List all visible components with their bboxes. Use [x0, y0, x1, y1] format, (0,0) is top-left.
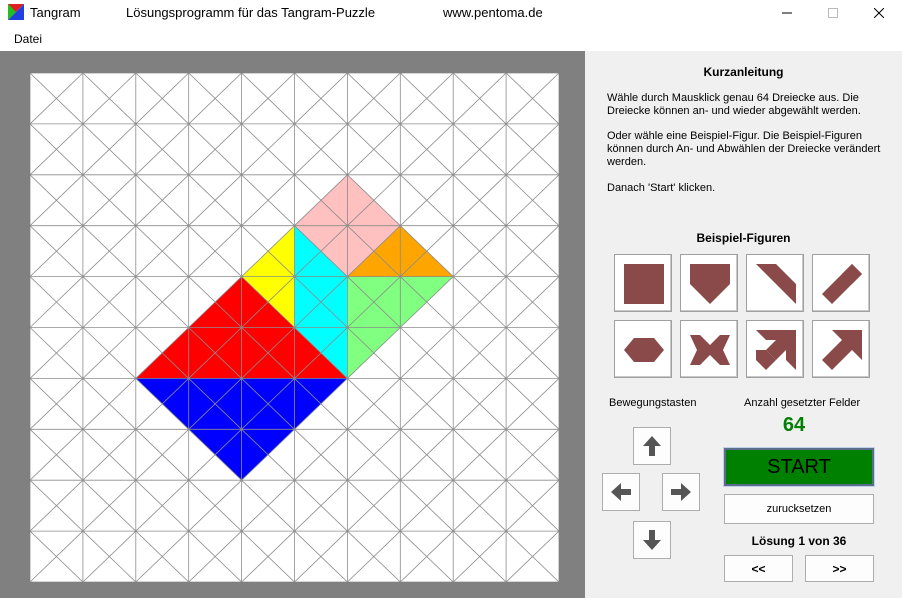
pentagon-figure-icon: [690, 264, 730, 304]
website-label: www.pentoma.de: [443, 5, 543, 20]
tangram-board[interactable]: [30, 73, 559, 582]
hexagon-figure-icon: [624, 338, 664, 362]
bowtie-figure-icon: [690, 335, 730, 365]
previous-solution-button[interactable]: <<: [724, 555, 793, 582]
instructions-para-1: Wähle durch Mausklick genau 64 Dreiecke …: [607, 92, 861, 117]
tangram-app-icon: [8, 4, 24, 20]
maximize-icon: [828, 8, 838, 18]
app-title: Tangram: [30, 5, 81, 20]
count-label: Anzahl gesetzter Felder: [744, 397, 861, 409]
example-square-button[interactable]: [614, 254, 672, 312]
solution-counter: Lösung 1 von 36: [751, 534, 847, 548]
next-solution-button[interactable]: >>: [805, 555, 874, 582]
example-arrow-button[interactable]: [812, 320, 870, 378]
arrow-double-figure-icon: [756, 330, 796, 370]
close-icon: [874, 8, 884, 18]
down-arrow-icon: [643, 530, 661, 550]
left-arrow-icon: [611, 483, 631, 501]
move-left-button[interactable]: [602, 473, 640, 511]
instructions-title: Kurzanleitung: [703, 65, 784, 79]
example-double-arrow-button[interactable]: [746, 320, 804, 378]
close-button[interactable]: [856, 0, 902, 26]
examples-title: Beispiel-Figuren: [696, 231, 791, 245]
minimize-icon: [782, 12, 792, 14]
board-grid: [30, 73, 559, 582]
move-right-button[interactable]: [662, 473, 700, 511]
window-subtitle: Lösungsprogramm für das Tangram-Puzzle: [126, 5, 376, 20]
reset-button[interactable]: zurucksetzen: [724, 494, 874, 524]
example-hexagon-button[interactable]: [614, 320, 672, 378]
instructions-para-3: Danach 'Start' klicken.: [607, 182, 716, 194]
minimize-button[interactable]: [764, 0, 810, 26]
trapezoid-figure-icon: [756, 264, 796, 304]
right-arrow-icon: [671, 483, 691, 501]
instructions-para-2: Oder wähle eine Beispiel-Figur. Die Beis…: [607, 130, 881, 168]
start-button[interactable]: START: [723, 447, 875, 487]
menu-bar: Datei: [0, 28, 902, 50]
example-parallelogram-button[interactable]: [812, 254, 870, 312]
parallelogram-figure-icon: [822, 264, 862, 304]
movement-label: Bewegungstasten: [609, 397, 697, 409]
menu-file[interactable]: Datei: [14, 32, 42, 46]
example-trapezoid-button[interactable]: [746, 254, 804, 312]
example-bowtie-button[interactable]: [680, 320, 738, 378]
count-value: 64: [782, 414, 806, 436]
arrow-figure-icon: [822, 330, 862, 370]
up-arrow-icon: [643, 436, 661, 456]
move-down-button[interactable]: [633, 521, 671, 559]
move-up-button[interactable]: [633, 427, 671, 465]
square-figure-icon: [624, 264, 664, 304]
maximize-button[interactable]: [810, 0, 856, 26]
example-pentagon-button[interactable]: [680, 254, 738, 312]
title-bar: Tangram Lösungsprogramm für das Tangram-…: [0, 0, 902, 26]
